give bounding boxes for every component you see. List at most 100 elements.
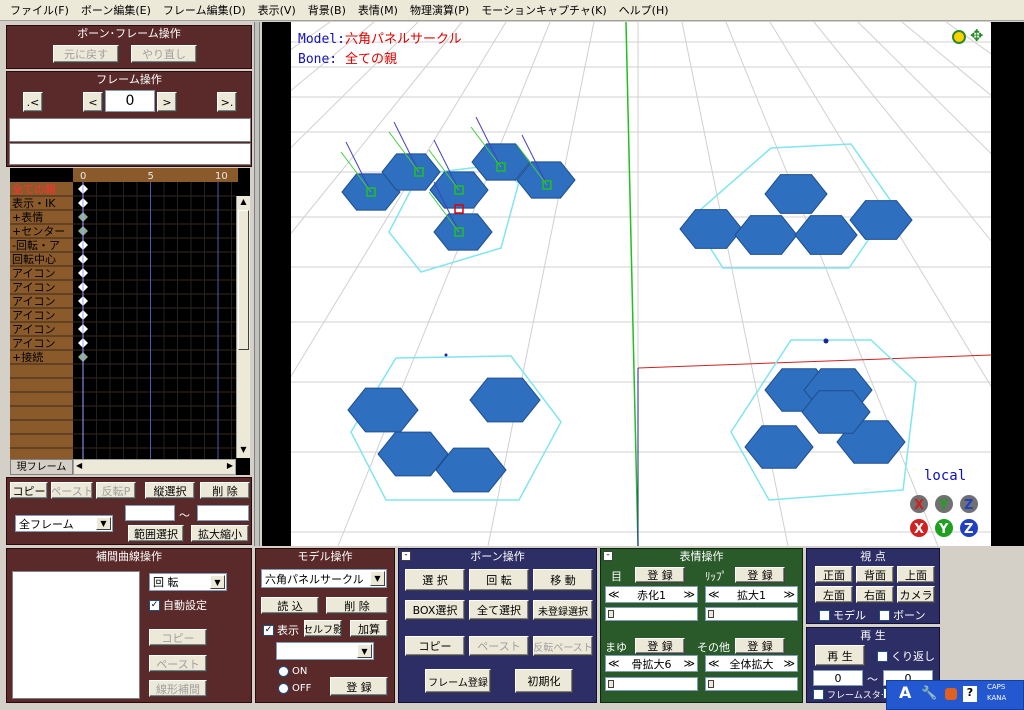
timeline-row-label[interactable]: 回転中心 (12, 253, 56, 266)
play-from-input[interactable]: 0 (813, 670, 863, 686)
show-checkbox[interactable]: ✓ 表示 (263, 622, 299, 638)
timeline-vscroll[interactable]: ▲ ▼ (236, 196, 250, 458)
chevron-left-icon[interactable]: ≪ (608, 588, 620, 601)
slider-thumb[interactable] (708, 680, 714, 688)
chevron-right-icon[interactable]: ≫ (683, 588, 695, 601)
timeline-row-label[interactable]: -回転・ア (12, 239, 60, 252)
local-label[interactable]: local (924, 468, 966, 484)
slider-thumb[interactable] (608, 680, 614, 688)
bone-paste-button[interactable]: ペースト (469, 636, 529, 656)
next-frame-button[interactable]: > (157, 92, 177, 112)
menu-item-7[interactable]: モーションキャプチャ(K) (475, 2, 612, 18)
timeline-row-label[interactable]: 表示・IK (12, 196, 56, 210)
eye-register-button[interactable]: 登 録 (635, 567, 685, 583)
eye-slider[interactable] (605, 607, 698, 621)
brow-morph-select[interactable]: ≪ 骨拡大6 ≫ (605, 655, 698, 672)
redo-button[interactable]: やり直し (131, 45, 197, 63)
interp-paste-button[interactable]: ペースト (149, 655, 207, 672)
interp-copy-button[interactable]: コピー (149, 629, 207, 646)
paste-button[interactable]: ペースト (51, 482, 93, 499)
chevron-left-icon[interactable]: ≪ (708, 588, 720, 601)
timeline-row-label[interactable]: +表情 (12, 210, 43, 224)
vertical-select-button[interactable]: 縦選択 (145, 482, 195, 499)
slider-thumb[interactable] (708, 610, 714, 618)
menu-item-8[interactable]: ヘルプ(H) (613, 2, 675, 18)
timeline-row-label[interactable]: アイコン (12, 337, 55, 350)
brow-slider[interactable] (605, 677, 698, 691)
zoom-icon[interactable] (952, 30, 966, 44)
chevron-right-icon[interactable]: ≫ (783, 588, 795, 601)
menu-item-3[interactable]: 表示(V) (252, 2, 302, 18)
frame-register-button[interactable]: フレーム登録 (425, 669, 491, 693)
chevron-right-icon[interactable]: ≫ (683, 657, 695, 670)
timeline-grid[interactable]: 全ての親表示・IK+表情+センター-回転・ア回転中心アイコンアイコンアイコンアイ… (10, 168, 250, 475)
eye-morph-select[interactable]: ≪ 赤化1 ≫ (605, 586, 698, 603)
menu-item-2[interactable]: フレーム編集(D) (157, 2, 252, 18)
range-dropdown[interactable]: 全フレーム ▼ (15, 515, 113, 532)
timeline-row-label[interactable]: アイコン (12, 323, 55, 336)
rotate-button[interactable]: 回 転 (469, 569, 529, 591)
menu-item-0[interactable]: ファイル(F) (4, 2, 75, 18)
accessory-dropdown[interactable]: ▼ (276, 642, 374, 660)
menu-item-1[interactable]: ボーン編集(E) (75, 2, 157, 18)
timeline-hscroll[interactable]: ◀ ▶ (73, 459, 236, 475)
scroll-left-arrow-icon[interactable]: ◀ (76, 461, 82, 470)
timeline-row-label[interactable]: アイコン (12, 309, 55, 322)
lip-register-button[interactable]: 登 録 (735, 567, 785, 583)
off-radio[interactable]: OFF (278, 683, 311, 694)
other-slider[interactable] (705, 677, 798, 691)
other-register-button[interactable]: 登 録 (735, 638, 785, 654)
range-from-input[interactable] (125, 505, 175, 521)
scale-button[interactable]: 拡大縮小 (191, 525, 249, 542)
model-register-button[interactable]: 登 録 (330, 677, 388, 696)
viewport-3d[interactable]: Model:六角パネルサークル Bone: 全ての親 ✥ local XXYYZ… (262, 22, 1024, 546)
reverse-paste-button[interactable]: 反転P (96, 482, 136, 499)
tools-icon[interactable]: 🔧 (921, 686, 937, 701)
ime-a-icon[interactable]: A (899, 683, 915, 705)
move-view-icon[interactable]: ✥ (970, 28, 983, 44)
undo-button[interactable]: 元に戻す (53, 45, 119, 63)
timeline-row-label[interactable]: アイコン (12, 281, 55, 294)
unregistered-select-button[interactable]: 未登録選択 (533, 600, 593, 620)
loop-checkbox[interactable]: くり返し (877, 648, 935, 664)
other-morph-select[interactable]: ≪ 全体拡大 ≫ (705, 655, 798, 672)
lip-slider[interactable] (705, 607, 798, 621)
panel-splitter[interactable] (254, 22, 260, 546)
view-camera-button[interactable]: カメラ (897, 586, 935, 603)
scroll-thumb[interactable] (238, 210, 249, 350)
timeline-row-label[interactable]: +接続 (12, 350, 43, 364)
select-button[interactable]: 選 択 (405, 569, 465, 591)
delete-button[interactable]: 削 除 (200, 482, 250, 499)
model-select-dropdown[interactable]: 六角パネルサークル ▼ (261, 569, 387, 588)
linear-interp-button[interactable]: 線形補間 (149, 680, 207, 697)
prev-frame-button[interactable]: < (83, 92, 103, 112)
view-model-checkbox[interactable]: モデル (819, 607, 866, 623)
scroll-right-arrow-icon[interactable]: ▶ (227, 461, 233, 470)
select-all-button[interactable]: 全て選択 (469, 600, 529, 620)
scroll-down-arrow-icon[interactable]: ▼ (238, 445, 249, 457)
prev-key-button[interactable]: .< (23, 92, 43, 112)
menu-item-5[interactable]: 表情(M) (352, 2, 404, 18)
view-back-button[interactable]: 背面 (856, 566, 894, 583)
collapse-icon[interactable]: - (603, 551, 613, 561)
move-button[interactable]: 移 動 (533, 569, 593, 591)
view-bone-checkbox[interactable]: ボーン (879, 607, 925, 623)
interp-curve-box[interactable] (12, 571, 140, 699)
lip-morph-select[interactable]: ≪ 拡大1 ≫ (705, 586, 798, 603)
language-bar[interactable]: A 🔧 ? CAPS KANA (886, 680, 1024, 710)
view-top-button[interactable]: 上面 (897, 566, 935, 583)
range-to-input[interactable] (197, 505, 249, 521)
delete-model-button[interactable]: 削 除 (326, 597, 388, 614)
collapse-icon[interactable]: - (401, 551, 411, 561)
chevron-left-icon[interactable]: ≪ (708, 657, 720, 670)
help-icon[interactable]: ? (963, 686, 977, 702)
timeline-row-label[interactable]: アイコン (12, 267, 55, 280)
chevron-right-icon[interactable]: ≫ (783, 657, 795, 670)
view-left-button[interactable]: 左面 (815, 586, 853, 603)
axis-rotate-gizmo[interactable]: XXYYZZ (907, 494, 985, 542)
interp-mode-dropdown[interactable]: 回 転 ▼ (149, 573, 227, 591)
menu-item-6[interactable]: 物理演算(P) (404, 2, 475, 18)
menu-item-4[interactable]: 背景(B) (302, 2, 352, 18)
slider-thumb[interactable] (608, 610, 614, 618)
brow-register-button[interactable]: 登 録 (635, 638, 685, 654)
